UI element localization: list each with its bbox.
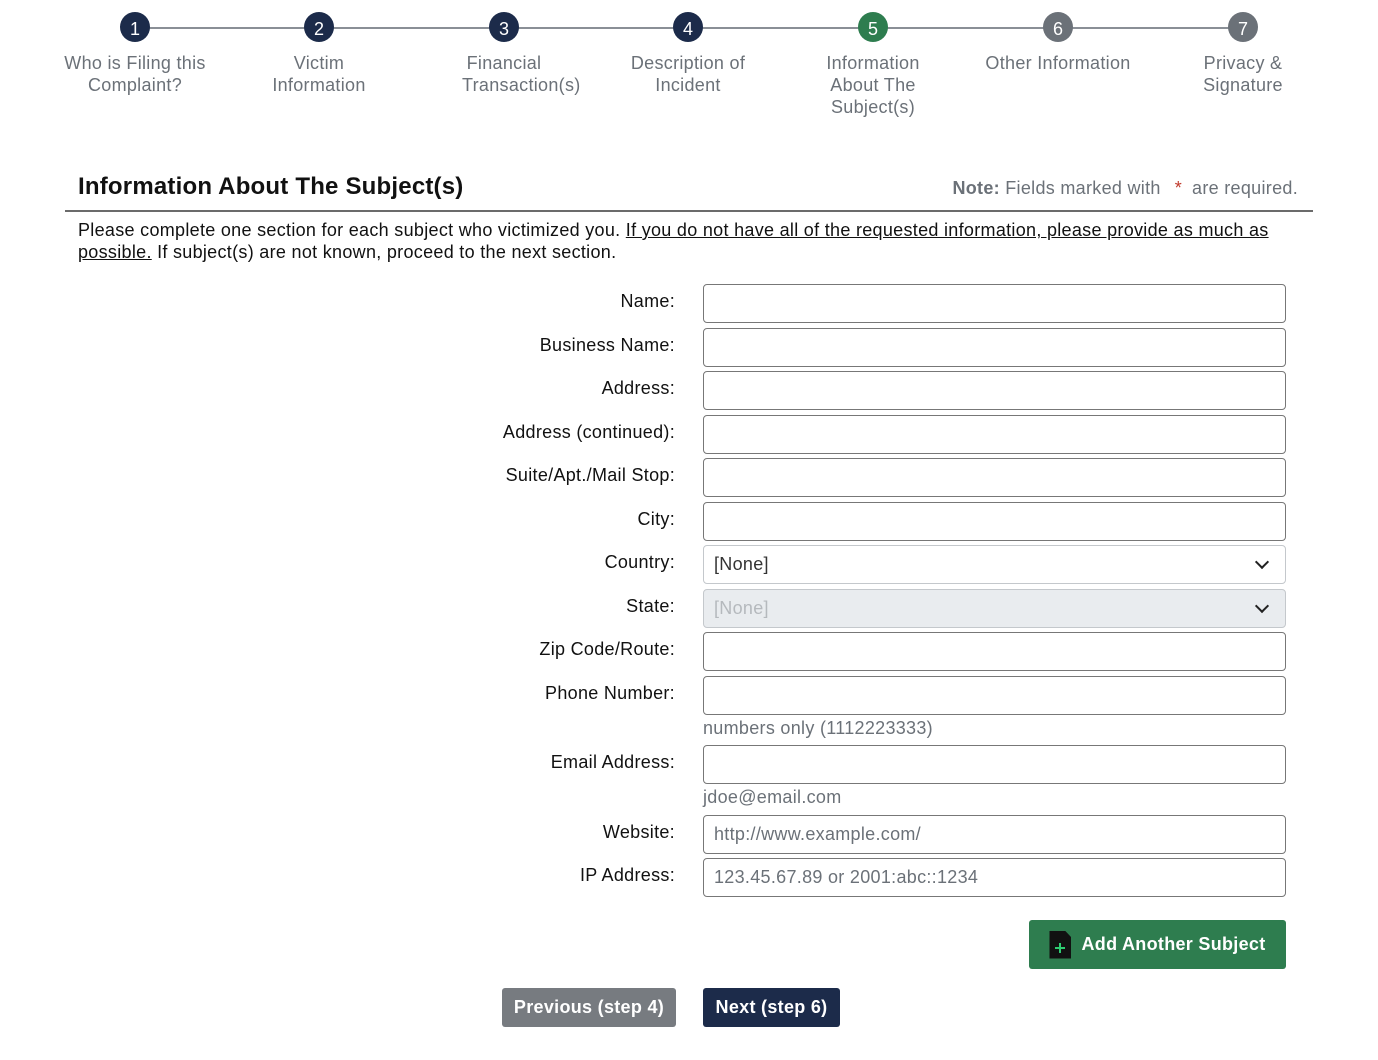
address-label: Address:: [601, 378, 675, 398]
file-plus-icon: [1049, 930, 1072, 959]
email-row: Email Address:: [0, 745, 1378, 785]
city-label: City:: [637, 509, 675, 529]
required-note: Note: Fields marked with * are required.: [952, 178, 1298, 199]
step-1-label: Who is Filing this Complaint?: [64, 53, 206, 95]
step-4[interactable]: 4 Description of Incident: [596, 12, 780, 96]
email-hint: jdoe@email.com: [703, 787, 842, 807]
ip-input[interactable]: [703, 858, 1286, 897]
step-6-label: Other Information: [985, 53, 1131, 73]
business-row: Business Name:: [0, 328, 1378, 368]
address-input[interactable]: [703, 371, 1286, 410]
address-continued-input[interactable]: [703, 415, 1286, 454]
country-select[interactable]: [None]: [703, 545, 1286, 584]
step-3[interactable]: 3 Financial Transaction(s): [412, 12, 596, 96]
phone-row: Phone Number:: [0, 676, 1378, 716]
city-row: City:: [0, 502, 1378, 542]
email-label: Email Address:: [550, 752, 675, 772]
state-select-value: [None]: [714, 598, 769, 618]
add-another-subject-button[interactable]: Add Another Subject: [1029, 920, 1286, 969]
name-label: Name:: [620, 291, 675, 311]
note-label: Note:: [952, 178, 1000, 198]
ip-label: IP Address:: [579, 865, 675, 885]
step-3-label: Financial Transaction(s): [462, 53, 581, 95]
chevron-down-icon: [1254, 598, 1270, 614]
step-1-circle: 1: [120, 12, 150, 42]
add-subject-label: Add Another Subject: [1081, 934, 1266, 954]
website-label: Website:: [602, 822, 675, 842]
zip-input[interactable]: [703, 632, 1286, 671]
note-end: are required.: [1192, 178, 1298, 198]
state-select: [None]: [703, 589, 1286, 628]
step-6-circle: 6: [1043, 12, 1073, 42]
suite-label: Suite/Apt./Mail Stop:: [505, 465, 675, 485]
step-6: 6 Other Information: [966, 12, 1150, 74]
step-7-circle: 7: [1228, 12, 1258, 42]
step-7-label: Privacy & Signature: [1203, 53, 1283, 95]
chevron-down-icon: [1254, 554, 1270, 570]
phone-input[interactable]: [703, 676, 1286, 715]
name-row: Name:: [0, 284, 1378, 324]
step-2-label: Victim Information: [272, 53, 366, 95]
business-name-input[interactable]: [703, 328, 1286, 367]
business-name-label: Business Name:: [539, 335, 675, 355]
state-label: State:: [626, 596, 675, 616]
zip-row: Zip Code/Route:: [0, 632, 1378, 672]
intro-text-2: If subject(s) are not known, proceed to …: [157, 242, 617, 262]
previous-button[interactable]: Previous (step 4): [502, 988, 676, 1027]
step-4-label: Description of Incident: [630, 53, 746, 95]
step-4-circle: 4: [673, 12, 703, 42]
step-5: 5 Information About The Subject(s): [781, 12, 965, 118]
website-input[interactable]: [703, 815, 1286, 854]
email-input[interactable]: [703, 745, 1286, 784]
next-button[interactable]: Next (step 6): [703, 988, 840, 1027]
suite-row: Suite/Apt./Mail Stop:: [0, 458, 1378, 498]
address2-row: Address (continued):: [0, 415, 1378, 455]
city-input[interactable]: [703, 502, 1286, 541]
address-row: Address:: [0, 371, 1378, 411]
progress-stepper: 1 Who is Filing this Complaint? 2 Victim…: [0, 0, 1378, 130]
country-label: Country:: [604, 552, 675, 572]
step-3-circle: 3: [489, 12, 519, 42]
website-row: Website:: [0, 815, 1378, 855]
intro-text: Please complete one section for each sub…: [78, 219, 1298, 263]
suite-input[interactable]: [703, 458, 1286, 497]
header-divider: [65, 210, 1313, 212]
step-5-circle: 5: [858, 12, 888, 42]
required-star-icon: *: [1174, 178, 1183, 198]
country-row: Country: [None]: [0, 545, 1378, 585]
page-title: Information About The Subject(s): [78, 173, 464, 200]
note-text: Fields marked with: [1005, 178, 1161, 198]
ip-row: IP Address:: [0, 858, 1378, 898]
step-1[interactable]: 1 Who is Filing this Complaint?: [43, 12, 227, 96]
state-row: State: [None]: [0, 589, 1378, 629]
intro-text-1: Please complete one section for each sub…: [78, 220, 621, 240]
step-5-label: Information About The Subject(s): [826, 53, 920, 117]
step-2[interactable]: 2 Victim Information: [227, 12, 411, 96]
step-2-circle: 2: [304, 12, 334, 42]
zip-label: Zip Code/Route:: [539, 639, 675, 659]
phone-hint: numbers only (1112223333): [703, 718, 933, 738]
step-7: 7 Privacy & Signature: [1151, 12, 1335, 96]
country-select-value: [None]: [714, 554, 769, 574]
name-input[interactable]: [703, 284, 1286, 323]
address-continued-label: Address (continued):: [502, 422, 675, 442]
phone-label: Phone Number:: [545, 683, 675, 703]
